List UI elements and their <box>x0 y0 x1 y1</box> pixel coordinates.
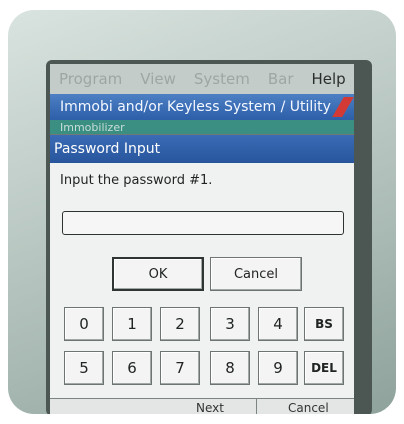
key-6[interactable]: 6 <box>112 351 152 385</box>
key-9[interactable]: 9 <box>258 351 298 385</box>
menu-bar: Program View System Bar Help <box>50 64 354 94</box>
window-title-bar: Immobi and/or Keyless System / Utility <box>50 94 354 120</box>
menu-help[interactable]: Help <box>303 70 355 88</box>
key-0[interactable]: 0 <box>64 307 104 341</box>
password-prompt: Input the password #1. <box>60 173 213 188</box>
password-dialog: Password Input Input the password #1. OK… <box>50 134 354 399</box>
key-8[interactable]: 8 <box>210 351 250 385</box>
bottom-cancel-button[interactable]: Cancel <box>288 401 329 414</box>
next-button[interactable]: Next <box>196 401 224 414</box>
ok-button[interactable]: OK <box>112 257 204 291</box>
key-delete[interactable]: DEL <box>304 351 344 385</box>
menu-view[interactable]: View <box>131 70 185 88</box>
bottom-divider <box>256 399 257 414</box>
password-input[interactable] <box>62 211 344 235</box>
key-backspace[interactable]: BS <box>304 307 344 341</box>
key-1[interactable]: 1 <box>112 307 152 341</box>
red-slash-icon <box>332 97 354 117</box>
screen: Program View System Bar Help Immobi and/… <box>50 64 354 414</box>
key-7[interactable]: 7 <box>160 351 200 385</box>
window-title: Immobi and/or Keyless System / Utility <box>60 99 331 115</box>
menu-bar-item[interactable]: Bar <box>259 70 303 88</box>
key-2[interactable]: 2 <box>160 307 200 341</box>
key-5[interactable]: 5 <box>64 351 104 385</box>
bottom-bar: Next Cancel <box>50 398 354 414</box>
cancel-button[interactable]: Cancel <box>210 257 302 291</box>
key-4[interactable]: 4 <box>258 307 298 341</box>
menu-system[interactable]: System <box>185 70 259 88</box>
menu-program[interactable]: Program <box>50 70 131 88</box>
dialog-title: Password Input <box>50 135 354 163</box>
key-3[interactable]: 3 <box>210 307 250 341</box>
